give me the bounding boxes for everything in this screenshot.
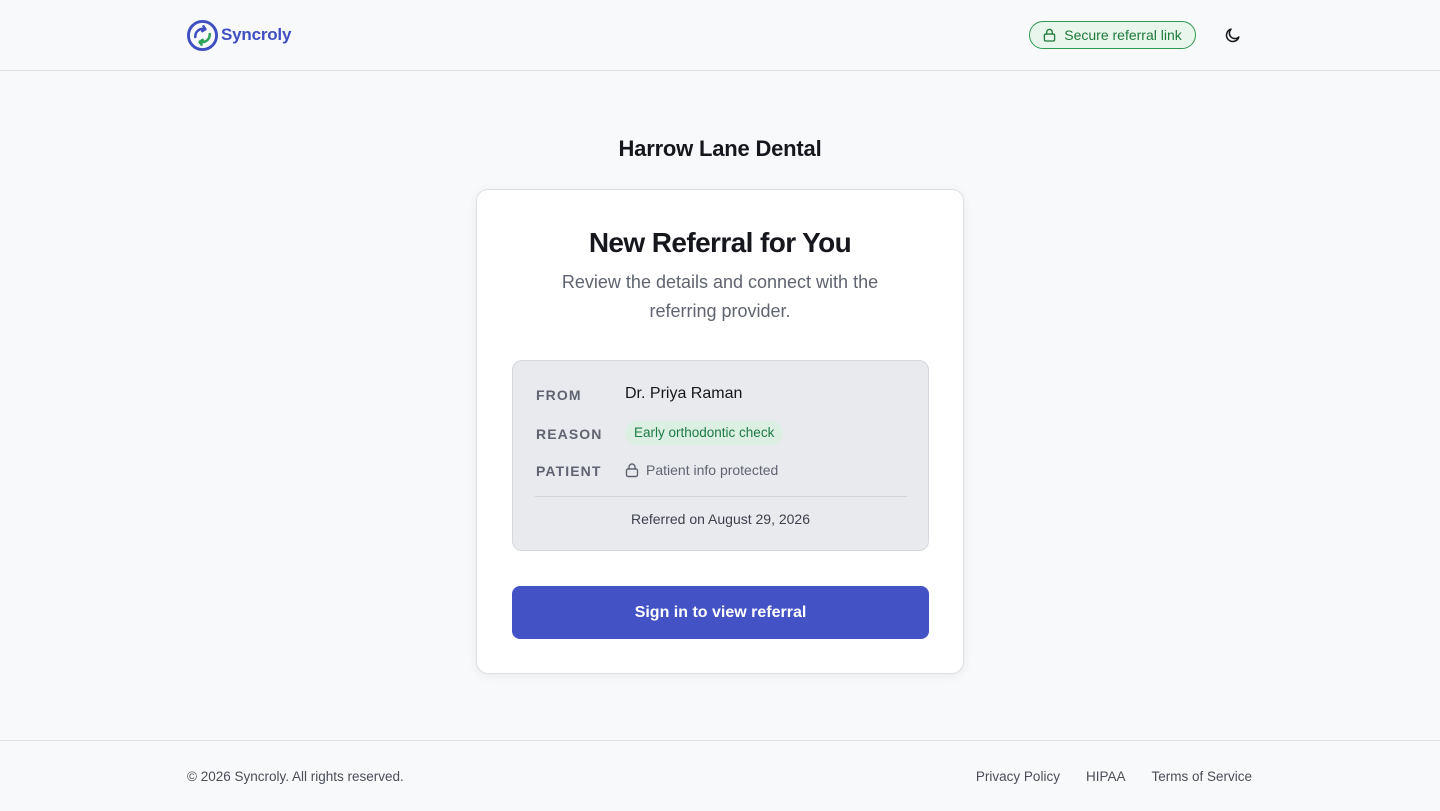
privacy-policy-link[interactable]: Privacy Policy: [976, 769, 1060, 784]
page-footer: © 2026 Syncroly. All rights reserved. Pr…: [0, 740, 1440, 811]
brand-logo[interactable]: Syncroly: [187, 19, 291, 51]
referral-card: New Referral for You Review the details …: [476, 189, 964, 674]
referral-subtitle: Review the details and connect with the …: [561, 272, 879, 321]
footer-links: Privacy Policy HIPAA Terms of Service: [976, 769, 1252, 784]
secure-link-badge: Secure referral link: [1029, 21, 1196, 49]
details-divider: [535, 496, 907, 497]
reason-label: REASON: [536, 426, 603, 442]
theme-toggle-button[interactable]: [1219, 21, 1247, 49]
secure-link-label: Secure referral link: [1064, 27, 1182, 43]
referred-date: Referred on August 29, 2026: [630, 511, 811, 527]
patient-label: PATIENT: [536, 463, 602, 479]
referral-details-panel: FROM Dr. Priya Raman REASON Early orthod…: [512, 360, 929, 551]
copyright: © 2026 Syncroly. All rights reserved.: [187, 769, 404, 784]
syncroly-logo-icon: [187, 19, 218, 51]
brand-name: Syncroly: [221, 25, 292, 44]
lock-icon: [1043, 28, 1056, 42]
hipaa-link[interactable]: HIPAA: [1086, 769, 1126, 784]
reason-badge: Early orthodontic check: [625, 421, 784, 445]
moon-icon: [1225, 28, 1240, 43]
sign-in-button[interactable]: Sign in to view referral: [512, 586, 929, 639]
top-header: Syncroly Secure referral link: [0, 0, 1440, 71]
from-value: Dr. Priya Raman: [625, 385, 743, 402]
practice-name: Harrow Lane Dental: [618, 136, 822, 161]
from-label: FROM: [536, 387, 582, 403]
patient-protected-text: Patient info protected: [646, 462, 779, 478]
referral-title: New Referral for You: [588, 227, 852, 258]
terms-of-service-link[interactable]: Terms of Service: [1151, 769, 1252, 784]
patient-value: Patient info protected: [625, 462, 778, 478]
lock-icon: [625, 463, 639, 478]
